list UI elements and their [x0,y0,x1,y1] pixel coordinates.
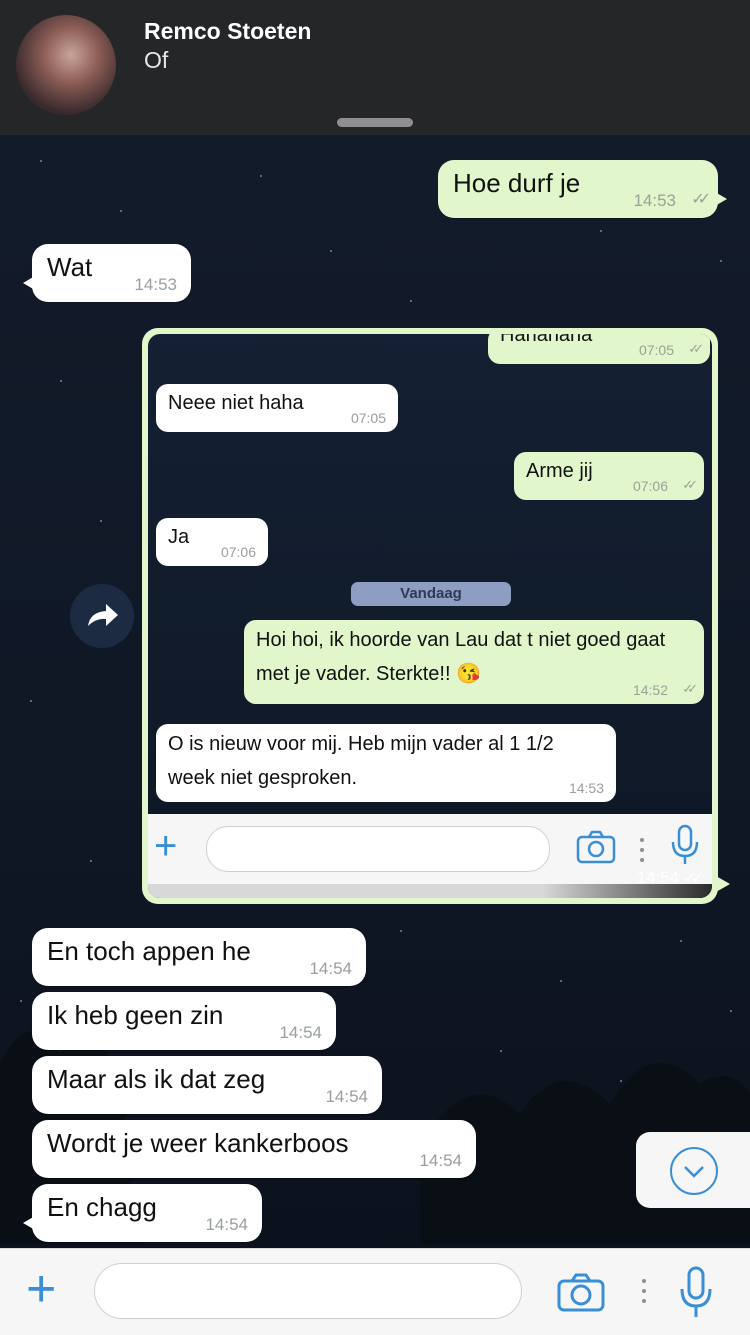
inner-message-time: 07:05 [350,410,386,426]
date-divider: Vandaag [351,582,511,606]
message-text: En toch appen he [47,936,251,966]
double-check-icon: ✓✓ [682,681,698,696]
avatar[interactable] [16,15,116,115]
inner-message-bubble: Arme jij 07:06 ✓✓ [514,452,704,500]
message-input-bar: + [0,1248,750,1335]
chat-header[interactable]: Remco Stoeten Of [0,0,750,135]
inner-message-time: 07:05 [638,342,674,358]
inner-message-time: 07:06 [632,478,668,494]
image-message[interactable]: Hahahaha 07:05 ✓✓ Neee niet haha 07:05 A… [142,328,730,904]
message-text: Hoe durf je [453,168,581,198]
message-time: 14:54 [205,1215,248,1234]
inner-input-bar: + [148,814,712,884]
microphone-icon [671,824,699,864]
message-text: En chagg [47,1192,157,1222]
message-bubble[interactable]: Wat 14:53 [23,244,191,302]
contact-status: Of [144,47,169,73]
inner-message-text: Hoi hoi, ik hoorde van Lau dat t niet go… [256,629,666,685]
more-icon [640,838,644,868]
message-bubble[interactable]: Hoe durf je 14:53 ✓✓ [438,160,727,218]
message-text: Maar als ik dat zeg [47,1064,266,1094]
message-bubble[interactable]: En chagg 14:54 [23,1184,262,1242]
inner-message-time: 14:52 [632,682,668,698]
message-time: 14:53 [633,191,676,210]
plus-icon[interactable]: + [26,1259,56,1319]
inner-message-bubble: Ja 07:06 [156,518,268,566]
message-time: 14:54 [279,1023,322,1042]
message-bubble[interactable]: Wordt je weer kankerboos 14:54 [32,1120,476,1178]
message-time: 14:54 [636,868,680,887]
message-time: 14:54 [309,959,352,978]
message-input[interactable] [94,1263,522,1319]
forward-icon [88,604,118,626]
inner-message-bubble: Hoi hoi, ik hoorde van Lau dat t niet go… [244,620,704,704]
message-time: 14:54 [325,1087,368,1106]
plus-icon: + [154,824,178,868]
message-text: Ik heb geen zin [47,1000,224,1030]
inner-message-time: 07:06 [220,544,256,560]
camera-icon [576,830,616,864]
inner-input-field [206,826,550,872]
scroll-to-bottom-button[interactable] [636,1132,750,1208]
inner-message-text: Ja [168,526,190,548]
inner-message-text: O is nieuw voor mij. Heb mijn vader al 1… [168,733,554,789]
message-bubble[interactable]: Maar als ik dat zeg 14:54 [32,1056,382,1114]
double-check-icon: ✓✓ [683,870,704,887]
inner-message-bubble: Hahahaha 07:05 ✓✓ [488,334,710,364]
inner-message-text: Neee niet haha [168,392,304,414]
chevron-down-icon [670,1147,718,1195]
message-bubble[interactable]: En toch appen he 14:54 [32,928,366,986]
inner-message-time: 14:53 [568,780,604,796]
image-timestamp: 14:54 ✓✓ [636,868,704,888]
forward-button[interactable] [70,584,134,648]
message-text: Wordt je weer kankerboos [47,1128,349,1158]
message-bubble[interactable]: Ik heb geen zin 14:54 [32,992,336,1050]
message-text: Wat [47,252,93,282]
microphone-icon[interactable] [678,1265,714,1319]
inner-message-bubble: O is nieuw voor mij. Heb mijn vader al 1… [156,724,616,802]
more-icon[interactable] [642,1279,646,1309]
camera-icon[interactable] [556,1273,606,1313]
message-time: 14:54 [419,1151,462,1170]
contact-name: Remco Stoeten [144,18,312,44]
double-check-icon: ✓✓ [688,341,704,356]
inner-message-text: Arme jij [526,460,593,482]
message-time: 14:53 [134,275,177,294]
screenshot-image: Hahahaha 07:05 ✓✓ Neee niet haha 07:05 A… [148,334,712,898]
drag-handle[interactable] [337,118,413,127]
inner-message-bubble: Neee niet haha 07:05 [156,384,398,432]
double-check-icon: ✓✓ [682,477,698,492]
double-check-icon: ✓✓ [691,191,711,208]
image-strip [148,884,712,898]
inner-message-text: Hahahaha [500,334,593,346]
